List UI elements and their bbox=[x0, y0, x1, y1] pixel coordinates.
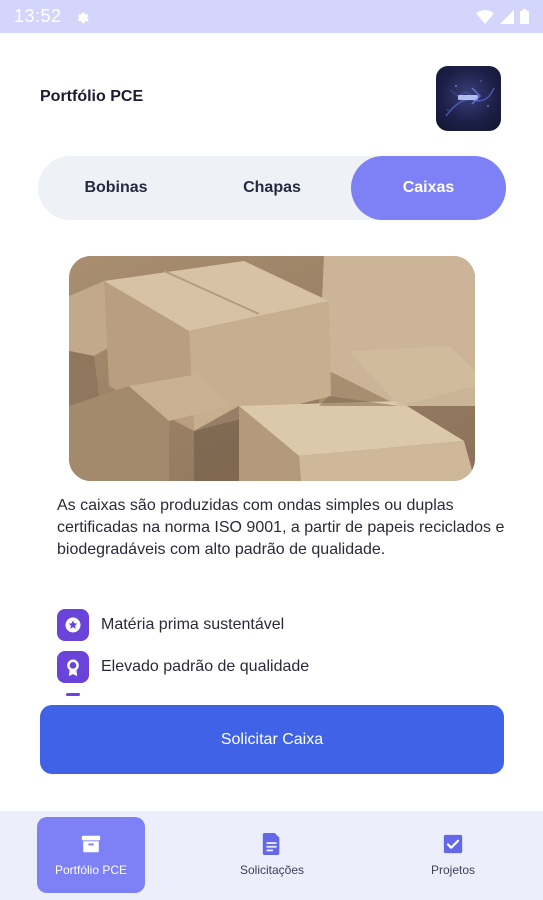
nav-portfolio[interactable]: Portfólio PCE bbox=[37, 817, 145, 893]
status-bar: 13:52 bbox=[0, 0, 543, 33]
battery-icon bbox=[520, 9, 529, 24]
logo-graphic bbox=[445, 80, 495, 117]
archive-icon bbox=[81, 835, 101, 853]
signal-icon bbox=[500, 9, 514, 24]
nav-label: Projetos bbox=[430, 863, 476, 877]
bottom-navigation: Portfólio PCE Solicitações Projetos bbox=[0, 811, 543, 900]
feature-item-sustainable: Matéria prima sustentável bbox=[57, 609, 284, 641]
header: Portfólio PCE bbox=[0, 66, 543, 132]
feature-item-partial bbox=[66, 693, 80, 696]
nav-solicitacoes[interactable]: Solicitações bbox=[218, 817, 326, 893]
feature-item-quality: Elevado padrão de qualidade bbox=[57, 651, 309, 683]
page-title: Portfólio PCE bbox=[40, 88, 144, 105]
tab-bobinas[interactable]: Bobinas bbox=[38, 156, 194, 220]
nav-label: Solicitações bbox=[239, 863, 305, 877]
category-tabs: Bobinas Chapas Caixas bbox=[38, 156, 506, 220]
star-icon bbox=[57, 609, 89, 641]
cardboard-boxes-illustration bbox=[69, 256, 475, 481]
document-icon bbox=[262, 833, 280, 855]
settings-gear-icon bbox=[77, 12, 89, 24]
status-indicators bbox=[476, 9, 529, 24]
wifi-icon bbox=[476, 9, 494, 24]
tab-chapas[interactable]: Chapas bbox=[194, 156, 350, 220]
nav-projetos[interactable]: Projetos bbox=[399, 817, 507, 893]
product-description: As caixas são produzidas com ondas simpl… bbox=[57, 497, 505, 558]
feature-label: Matéria prima sustentável bbox=[101, 616, 285, 633]
checkbox-icon bbox=[443, 834, 463, 854]
award-icon bbox=[57, 651, 89, 683]
tab-caixas[interactable]: Caixas bbox=[351, 156, 506, 220]
status-time: 13:52 bbox=[14, 6, 62, 26]
request-box-button[interactable]: Solicitar Caixa bbox=[40, 705, 504, 774]
company-logo[interactable] bbox=[436, 66, 501, 131]
nav-label: Portfólio PCE bbox=[54, 863, 128, 877]
feature-label: Elevado padrão de qualidade bbox=[101, 658, 310, 675]
product-image bbox=[69, 256, 475, 481]
